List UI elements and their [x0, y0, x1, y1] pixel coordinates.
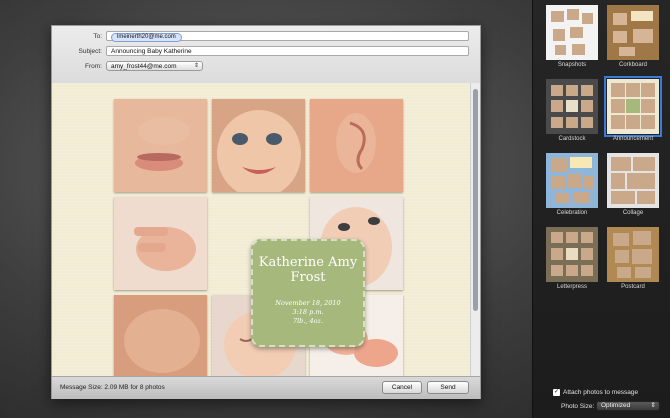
photo-ear[interactable] — [310, 99, 403, 192]
theme-label-letterpress: Letterpress — [556, 284, 587, 290]
photo-size-label: Photo Size: — [561, 403, 595, 410]
theme-label-snapshots: Snapshots — [557, 62, 587, 68]
photo-cheek-image — [114, 295, 207, 376]
cancel-button[interactable]: Cancel — [382, 381, 422, 394]
photo-size-select[interactable]: Optimized ⇕ — [596, 401, 660, 411]
photo-lips-image — [114, 99, 207, 192]
from-label: From: — [85, 63, 102, 70]
theme-collage[interactable] — [607, 153, 659, 208]
chevron-updown-icon: ⇕ — [193, 63, 199, 69]
card-weight: 7lb., 4oz. — [292, 317, 324, 325]
card-date: November 18, 2010 — [275, 299, 341, 307]
photo-size-value: Optimized — [601, 402, 631, 409]
subject-label: Subject: — [78, 48, 103, 55]
theme-panel: Snapshots Corkboard Cardstock Announceme… — [532, 0, 670, 418]
photo-baby-smile-image — [212, 99, 305, 192]
theme-snapshots[interactable] — [546, 5, 598, 60]
photo-hand[interactable] — [114, 197, 207, 290]
chevron-updown-icon: ⇕ — [650, 402, 656, 409]
theme-postcard[interactable] — [607, 227, 659, 282]
from-value: amy_frost44@me.com — [111, 63, 177, 70]
theme-celebration[interactable] — [546, 153, 598, 208]
theme-corkboard[interactable] — [607, 5, 659, 60]
message-size-text: Message Size: 2.09 MB for 8 photos — [60, 384, 165, 391]
compose-footer: Message Size: 2.09 MB for 8 photos Cance… — [52, 376, 480, 399]
photo-ear-image — [310, 99, 403, 192]
theme-label-postcard: Postcard — [621, 284, 645, 290]
subject-field[interactable]: Announcing Baby Katherine — [106, 46, 469, 56]
recipient-token[interactable]: lmeinerth20@me.com — [111, 33, 182, 42]
vertical-scrollbar[interactable] — [470, 83, 480, 376]
theme-letterpress[interactable] — [546, 227, 598, 282]
card-time: 3:18 p.m. — [292, 308, 324, 316]
attach-photos-checkbox[interactable]: ✓ — [553, 389, 560, 396]
to-label: To: — [93, 33, 102, 40]
photo-hand-image — [114, 197, 207, 290]
checkmark-icon: ✓ — [553, 389, 560, 395]
photo-cheek[interactable] — [114, 295, 207, 376]
from-select[interactable]: amy_frost44@me.com ⇕ — [106, 61, 203, 71]
theme-label-corkboard: Corkboard — [618, 62, 647, 68]
theme-label-celebration: Celebration — [556, 210, 588, 216]
attach-photos-label: Attach photos to message — [563, 389, 639, 396]
theme-label-announcement: Announcement — [612, 136, 654, 142]
mail-compose-window: To: lmeinerth20@me.com Subject: Announci… — [51, 25, 481, 399]
to-field[interactable]: lmeinerth20@me.com — [106, 31, 469, 42]
photo-lips[interactable] — [114, 99, 207, 192]
card-details: November 18, 2010 3:18 p.m. 7lb., 4oz. — [257, 299, 359, 326]
message-body[interactable]: Katherine Amy Frost November 18, 2010 3:… — [52, 83, 470, 376]
send-button[interactable]: Send — [427, 381, 469, 394]
theme-cardstock[interactable] — [546, 79, 598, 134]
theme-announcement[interactable] — [604, 76, 662, 137]
message-header: To: lmeinerth20@me.com Subject: Announci… — [52, 26, 480, 84]
announcement-card[interactable]: Katherine Amy Frost November 18, 2010 3:… — [251, 239, 365, 347]
card-name: Katherine Amy Frost — [258, 255, 358, 285]
theme-label-collage: Collage — [622, 210, 644, 216]
theme-label-cardstock: Cardstock — [558, 136, 586, 142]
photo-baby-smile[interactable] — [212, 99, 305, 192]
scroll-thumb[interactable] — [473, 89, 478, 311]
